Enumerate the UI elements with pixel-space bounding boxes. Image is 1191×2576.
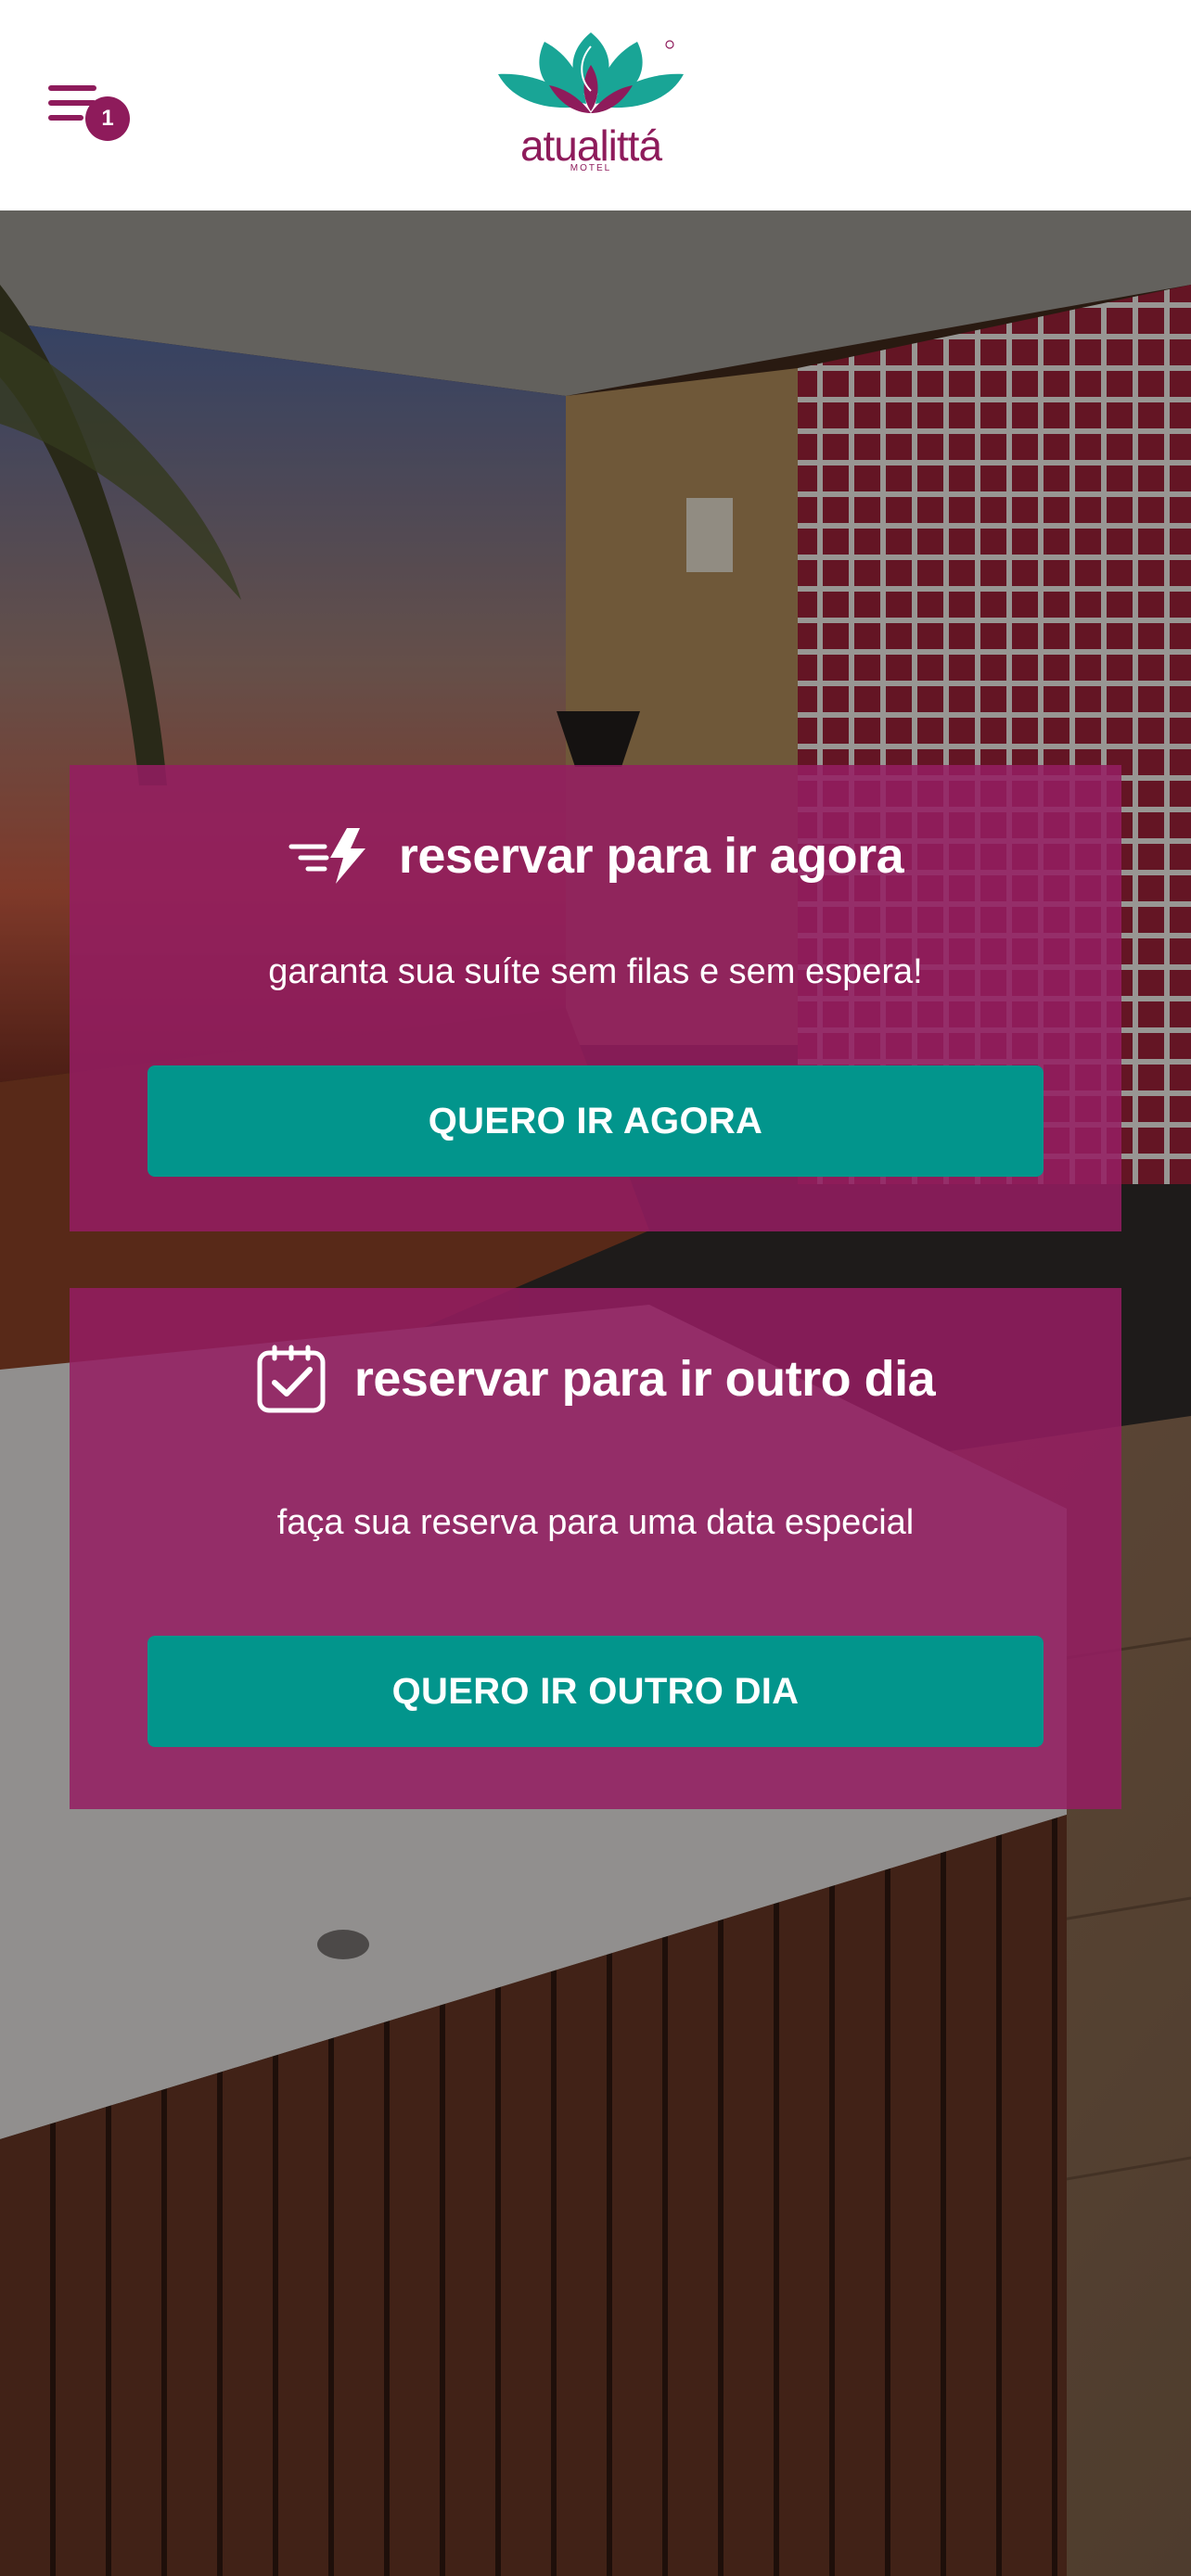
brand-logo[interactable]: atualittá MOTEL [493,28,698,185]
reserve-later-card: reservar para ir outro dia faça sua rese… [70,1288,1121,1809]
lotus-icon [498,32,684,113]
app-header: 1 atualittá MOTEL [0,0,1191,210]
reserve-later-heading: reservar para ir outro dia [70,1342,1121,1416]
reserve-later-subtitle: faça sua reserva para uma data especial [276,1503,915,1542]
menu-button[interactable]: 1 [48,85,132,145]
reserve-now-card: reservar para ir agora garanta sua suíte… [70,765,1121,1231]
reserve-now-subtitle: garanta sua suíte sem filas e sem espera… [268,952,923,991]
calendar-check-icon [257,1345,326,1413]
brand-subtitle: MOTEL [570,163,612,173]
reserve-now-heading: reservar para ir agora [70,819,1121,893]
reserve-now-title: reservar para ir agora [398,828,904,884]
menu-icon-line [48,115,83,121]
menu-icon [48,85,96,91]
go-another-day-button[interactable]: QUERO IR OUTRO DIA [147,1636,1044,1747]
fast-lightning-icon [288,828,365,884]
reserve-later-title: reservar para ir outro dia [353,1351,936,1407]
cart-count-badge: 1 [85,96,130,141]
go-now-button[interactable]: QUERO IR AGORA [147,1065,1044,1177]
